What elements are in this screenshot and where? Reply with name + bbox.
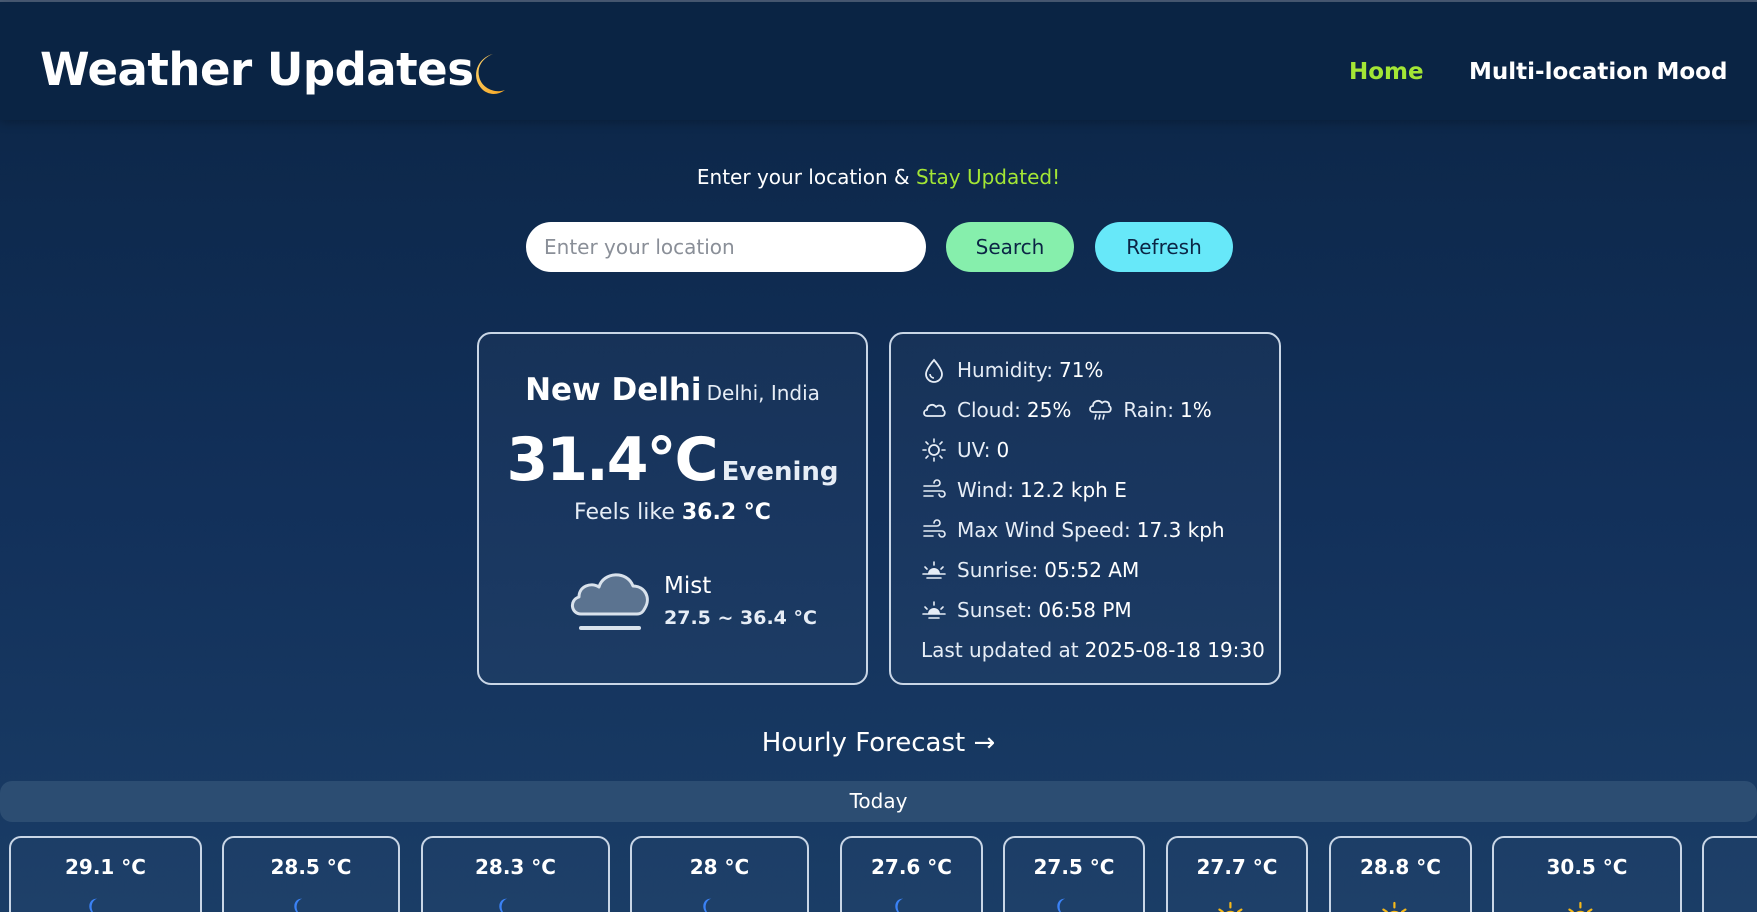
- cloud-night-icon: [498, 898, 507, 912]
- wind-label: Wind:: [957, 478, 1015, 502]
- last-updated-value: 2025-08-18 19:30: [1084, 638, 1265, 662]
- wind-icon: [923, 479, 946, 498]
- location-search-input[interactable]: [526, 222, 926, 272]
- cloud-rain-row: Cloud: 25% Rain: 1%: [921, 394, 1212, 426]
- feels-like: Feels like 36.2 °C: [479, 497, 866, 529]
- hourly-temperature: 28.8 °C: [1360, 855, 1441, 879]
- hourly-temperature: 27.7 °C: [1196, 855, 1278, 879]
- rain-label: Rain:: [1123, 398, 1175, 422]
- weather-details-card: Humidity: 71% Cloud: 25% Rain: 1% UV: 0 Wind…: [889, 332, 1281, 685]
- hourly-temperature: 27.6 °C: [871, 855, 952, 879]
- max-wind-row: Max Wind Speed: 17.3 kph: [921, 514, 1225, 546]
- tagline-prefix: Enter your location &: [696, 165, 916, 189]
- hourly-card: 30.5 °C: [1492, 836, 1682, 912]
- hourly-temperature: 28 °C: [689, 855, 750, 879]
- humidity-label: Humidity:: [957, 358, 1053, 382]
- rain-item: Rain: 1%: [1087, 397, 1212, 423]
- cloud-night-icon: [88, 898, 97, 912]
- cloud-item: Cloud: 25%: [921, 397, 1071, 423]
- hourly-temperature: 28.5 °C: [270, 855, 352, 879]
- cloud-sun-icon: [1381, 901, 1406, 912]
- app-header: Weather Updates Home Multi-location Mood: [0, 2, 1757, 120]
- hourly-card: 27.7 °C: [1166, 836, 1308, 912]
- crescent-moon-icon: [476, 54, 505, 94]
- hourly-card: 27.5 °C: [1003, 836, 1145, 912]
- max-wind-label: Max Wind Speed:: [957, 518, 1131, 542]
- feels-like-label: Feels like: [574, 500, 675, 525]
- hourly-card: 28 °C: [630, 836, 809, 912]
- hourly-card: 28.3 °C: [421, 836, 610, 912]
- rain-value: 1%: [1180, 398, 1212, 422]
- sun-icon: [922, 438, 946, 462]
- uv-value: 0: [996, 438, 1010, 462]
- mist-cloud-icon: [571, 573, 649, 630]
- cloud-night-icon: [894, 898, 903, 912]
- current-weather-card: New Delhi Delhi, India 31.4°C Evening Fe…: [477, 332, 868, 685]
- condition-text: Mist: [664, 573, 712, 599]
- hourly-forecast-link[interactable]: Hourly Forecast →: [0, 725, 1757, 761]
- uv-label: UV:: [957, 438, 991, 462]
- tagline: Enter your location & Stay Updated!: [0, 163, 1757, 191]
- nav-home-link[interactable]: Home: [1349, 56, 1424, 88]
- humidity-value: 71%: [1058, 358, 1104, 382]
- hourly-temperature: 29.1 °C: [65, 855, 146, 879]
- day-header-today: Today: [0, 781, 1757, 822]
- wind-value: 12.2 kph E: [1020, 478, 1127, 502]
- location-line: New Delhi Delhi, India: [479, 370, 866, 415]
- sunrise-row: Sunrise: 05:52 AM: [921, 554, 1139, 586]
- hourly-card: [1702, 836, 1757, 912]
- sunrise-value: 05:52 AM: [1044, 558, 1140, 582]
- hourly-card: 29.1 °C: [9, 836, 202, 912]
- wind-row: Wind: 12.2 kph E: [921, 474, 1127, 506]
- search-button[interactable]: Search: [946, 222, 1074, 272]
- current-temperature: 31.4°C: [506, 425, 718, 495]
- refresh-button[interactable]: Refresh: [1095, 222, 1233, 272]
- hourly-card: 28.8 °C: [1329, 836, 1472, 912]
- last-updated-label: Last updated at: [921, 638, 1079, 662]
- sunset-label: Sunset:: [957, 598, 1033, 622]
- sunset-icon: [922, 601, 946, 619]
- rain-icon: [1089, 399, 1113, 420]
- last-updated-row: Last updated at 2025-08-18 19:30: [921, 634, 1265, 666]
- humidity-row: Humidity: 71%: [921, 354, 1103, 386]
- humidity-icon: [925, 358, 943, 383]
- cloud-icon: [923, 403, 946, 417]
- sunset-value: 06:58 PM: [1038, 598, 1132, 622]
- city-name: New Delhi: [525, 372, 702, 408]
- hourly-card: 27.6 °C: [840, 836, 983, 912]
- hourly-temperature: 28.3 °C: [475, 855, 556, 879]
- cloud-night-icon: [1057, 898, 1066, 912]
- region-name: Delhi, India: [706, 381, 820, 405]
- sunrise-label: Sunrise:: [957, 558, 1039, 582]
- feels-like-value: 36.2 °C: [681, 500, 771, 525]
- sunset-row: Sunset: 06:58 PM: [921, 594, 1132, 626]
- time-of-day: Evening: [721, 457, 839, 487]
- cloud-sun-icon: [1568, 901, 1593, 912]
- uv-row: UV: 0: [921, 434, 1009, 466]
- cloud-night-icon: [702, 898, 711, 912]
- sunrise-icon: [922, 561, 946, 579]
- cloud-value: 25%: [1026, 398, 1072, 422]
- cloud-sun-icon: [1218, 901, 1243, 912]
- nav-multi-location-link[interactable]: Multi-location Mood: [1469, 56, 1727, 88]
- hourly-card: 28.5 °C: [222, 836, 400, 912]
- hourly-temperature: 30.5 °C: [1546, 855, 1628, 879]
- tagline-accent: Stay Updated!: [915, 165, 1061, 189]
- app-title: Weather Updates: [40, 43, 474, 96]
- max-wind-value: 17.3 kph: [1136, 518, 1225, 542]
- cloud-night-icon: [294, 898, 303, 912]
- temperature-range: 27.5 ~ 36.4 °C: [664, 607, 817, 629]
- cloud-label: Cloud:: [957, 398, 1021, 422]
- hourly-temperature: 27.5 °C: [1033, 855, 1115, 879]
- wind-icon: [923, 519, 946, 538]
